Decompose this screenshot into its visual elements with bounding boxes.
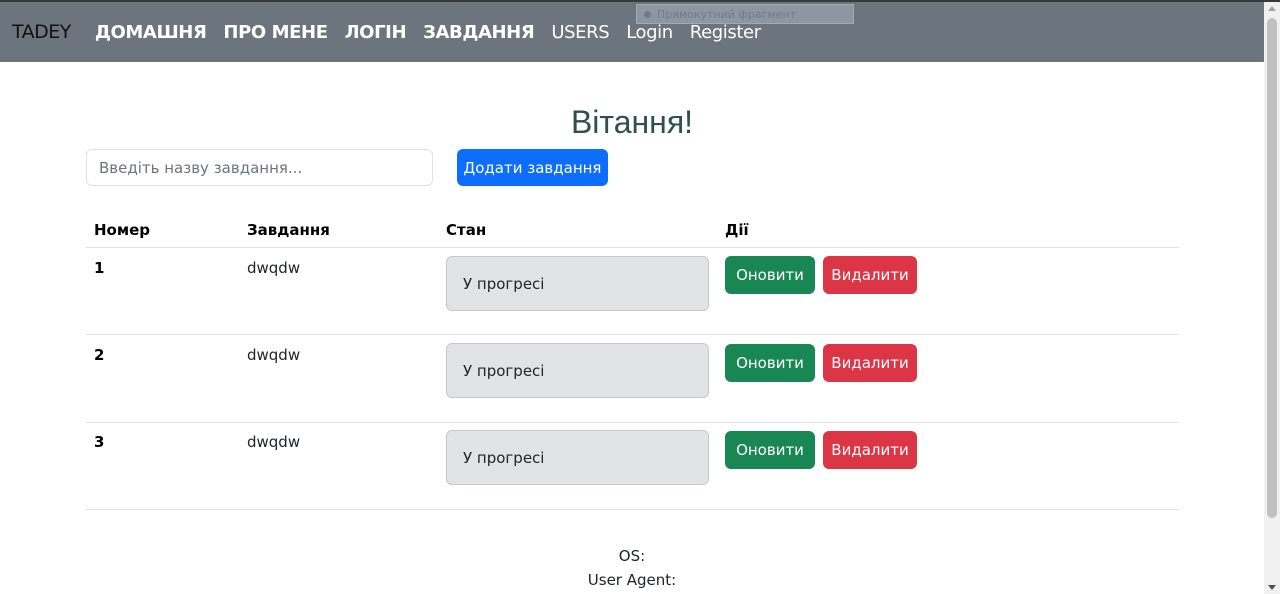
row-number: 2 (94, 346, 105, 364)
row-task-name: dwqdw (247, 346, 301, 364)
nav-link-login[interactable]: Login (626, 22, 673, 43)
row-number: 1 (94, 259, 105, 277)
snip-mode-icon (644, 10, 651, 18)
scroll-up-arrow-icon[interactable] (1268, 6, 1276, 11)
task-name-input[interactable] (86, 149, 433, 186)
update-task-button[interactable]: Оновити (725, 344, 815, 382)
nav-link-tasks[interactable]: ЗАВДАННЯ (423, 22, 535, 43)
delete-task-button[interactable]: Видалити (823, 344, 917, 382)
column-header-task: Завдання (247, 221, 330, 239)
column-header-number: Номер (94, 221, 151, 239)
os-info-label: OS: (618, 547, 646, 565)
scroll-thumb[interactable] (1267, 18, 1277, 518)
column-header-actions: Дії (725, 221, 749, 239)
row-status-value: У прогресі (463, 448, 545, 467)
table-divider (86, 422, 1179, 423)
row-status-value: У прогресі (463, 361, 545, 380)
nav-link-home[interactable]: ДОМАШНЯ (95, 22, 207, 43)
update-task-button[interactable]: Оновити (725, 256, 815, 294)
nav-link-users[interactable]: USERS (551, 22, 609, 43)
table-divider (86, 247, 1179, 248)
row-status-value: У прогресі (463, 274, 545, 293)
nav-link-login-ua[interactable]: ЛОГІН (345, 22, 407, 43)
row-task-name: dwqdw (247, 259, 301, 277)
update-task-button[interactable]: Оновити (725, 431, 815, 469)
row-status-select[interactable]: У прогресі (446, 256, 709, 311)
add-task-button[interactable]: Додати завдання (457, 149, 608, 186)
snipping-tool-overlay: Прямокутний фрагмент (636, 4, 854, 24)
table-divider (86, 509, 1179, 510)
delete-task-button[interactable]: Видалити (823, 256, 917, 294)
user-agent-label: User Agent: (587, 571, 677, 589)
row-number: 3 (94, 433, 105, 451)
page-scrollbar[interactable] (1264, 2, 1280, 594)
nav-link-register[interactable]: Register (690, 22, 761, 43)
row-status-select[interactable]: У прогресі (446, 343, 709, 398)
nav-link-about[interactable]: ПРО МЕНЕ (223, 22, 328, 43)
row-status-select[interactable]: У прогресі (446, 430, 709, 485)
scroll-down-arrow-icon[interactable] (1268, 585, 1276, 590)
page-title: Вітання! (570, 104, 694, 140)
table-divider (86, 334, 1179, 335)
navbar: TADEY ДОМАШНЯ ПРО МЕНЕ ЛОГІН ЗАВДАННЯ US… (0, 2, 1264, 62)
delete-task-button[interactable]: Видалити (823, 431, 917, 469)
row-task-name: dwqdw (247, 433, 301, 451)
brand-logo[interactable]: TADEY (12, 21, 71, 43)
snip-mode-label: Прямокутний фрагмент (657, 7, 797, 21)
column-header-status: Стан (446, 221, 487, 239)
